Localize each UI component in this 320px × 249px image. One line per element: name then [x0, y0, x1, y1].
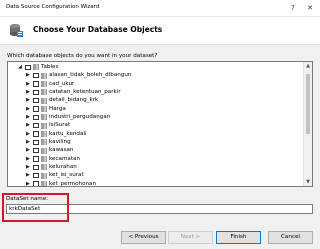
tree-node-label: ket_permohonan — [49, 180, 97, 187]
previous-button[interactable]: < Previous — [121, 231, 166, 244]
expand-arrow-icon[interactable]: ▶ — [26, 130, 30, 138]
table-icon — [41, 97, 47, 104]
tree-node-label: kawasan — [49, 147, 74, 154]
table-checkbox[interactable] — [33, 106, 39, 112]
table-icon — [41, 114, 47, 121]
title-bar: Data Source Configuration Wizard ? ✕ — [0, 0, 320, 17]
table-checkbox[interactable] — [33, 89, 39, 96]
database-objects-tree[interactable]: ◢ Tables ▶ alasan_tidak_boleh_dibangun ▶ ca… — [7, 61, 313, 187]
table-checkbox[interactable] — [33, 122, 39, 129]
expand-arrow-icon[interactable]: ▶ — [26, 155, 30, 163]
tree-node-table[interactable]: ▶ industri_pergudangan — [8, 113, 304, 121]
expand-arrow-icon[interactable]: ▶ — [26, 121, 30, 129]
tree-node-label: kaviling — [49, 139, 71, 146]
tree-node-label: ket_isi_surat — [49, 172, 84, 179]
table-checkbox[interactable] — [33, 114, 39, 121]
tree-node-table[interactable]: ▶ ket_isi_surat — [8, 171, 304, 179]
expand-arrow-icon[interactable]: ▶ — [26, 71, 30, 79]
finish-button[interactable]: Finish — [216, 231, 261, 244]
table-checkbox[interactable] — [33, 139, 39, 146]
dataset-name-input[interactable] — [6, 204, 313, 214]
table-checkbox[interactable] — [33, 172, 39, 179]
table-icon — [41, 156, 47, 163]
table-icon — [41, 72, 47, 79]
expand-arrow-icon[interactable]: ▶ — [26, 180, 30, 186]
scrollbar-thumb[interactable] — [306, 74, 310, 134]
tree-node-label: IsiSurat — [49, 122, 71, 129]
table-icon — [41, 181, 47, 186]
table-icon — [41, 122, 47, 129]
table-icon — [41, 147, 47, 154]
help-button[interactable]: ? — [285, 2, 301, 14]
table-icon — [41, 139, 47, 146]
tree-node-table[interactable]: ▶ kartu_kendali — [8, 130, 304, 138]
table-checkbox[interactable] — [33, 181, 39, 186]
tree-node-table[interactable]: ▶ catatan_ketentuan_parkir — [8, 88, 304, 96]
tree-node-tables[interactable]: ◢ Tables — [8, 63, 304, 71]
expand-arrow-icon[interactable]: ▶ — [26, 96, 30, 104]
tree-node-label: Harga — [49, 105, 66, 112]
tree-node-label: kartu_kendali — [49, 130, 87, 137]
table-icon — [41, 80, 47, 87]
tree-node-table[interactable]: ▶ IsiSurat — [8, 121, 304, 129]
table-checkbox[interactable] — [33, 147, 39, 154]
tree-node-label: catatan_ketentuan_parkir — [49, 89, 121, 96]
table-checkbox[interactable] — [33, 156, 39, 162]
table-checkbox[interactable] — [33, 72, 39, 79]
tree-node-table[interactable]: ▶ ket_permohonan — [8, 180, 304, 187]
tree-list: ◢ Tables ▶ alasan_tidak_boleh_dibangun ▶ ca… — [8, 63, 304, 187]
scroll-up-icon[interactable]: ▲ — [304, 62, 312, 70]
tree-node-label: kecamatan — [49, 155, 81, 162]
tree-node-table[interactable]: ▶ detail_bidang_krk — [8, 96, 304, 104]
tables-folder-icon — [33, 64, 39, 71]
cancel-button[interactable]: Cancel — [268, 231, 313, 244]
expand-arrow-icon[interactable]: ▶ — [26, 138, 30, 146]
tree-node-label: industri_pergudangan — [49, 114, 111, 121]
close-button[interactable]: ✕ — [302, 2, 318, 14]
tree-node-label: Tables — [41, 64, 59, 70]
tree-node-label: cad_ukur — [49, 80, 75, 87]
tree-node-table[interactable]: ▶ kelurahan — [8, 163, 304, 171]
next-button[interactable]: Next > — [168, 231, 213, 244]
database-wizard-icon — [10, 24, 23, 37]
wizard-header: Choose Your Database Objects — [0, 17, 320, 45]
expand-arrow-icon[interactable]: ▶ — [26, 88, 30, 96]
table-icon — [41, 89, 47, 96]
page-title: Choose Your Database Objects — [33, 25, 163, 34]
table-icon — [41, 131, 47, 138]
table-checkbox[interactable] — [33, 131, 39, 137]
tree-node-table[interactable]: ▶ cad_ukur — [8, 80, 304, 88]
table-icon — [41, 106, 47, 113]
table-checkbox[interactable] — [33, 164, 39, 171]
expand-arrow-icon[interactable]: ▶ — [26, 105, 30, 113]
objects-prompt: Which database objects do you want in yo… — [7, 53, 158, 59]
expand-arrow-icon[interactable]: ▶ — [26, 146, 30, 154]
dataset-name-label: DataSet name: — [6, 196, 49, 202]
expand-arrow-icon[interactable]: ▶ — [26, 80, 30, 88]
tree-node-table[interactable]: ▶ kawasan — [8, 146, 304, 154]
table-checkbox[interactable] — [33, 97, 39, 104]
collapse-arrow-icon[interactable]: ◢ — [18, 63, 22, 71]
tables-checkbox[interactable] — [25, 64, 31, 70]
tree-node-table[interactable]: ▶ alasan_tidak_boleh_dibangun — [8, 71, 304, 79]
tree-node-label: kelurahan — [49, 164, 77, 171]
table-icon — [41, 164, 47, 171]
expand-arrow-icon[interactable]: ▶ — [26, 113, 30, 121]
expand-arrow-icon[interactable]: ▶ — [26, 163, 30, 171]
expand-arrow-icon[interactable]: ▶ — [26, 171, 30, 179]
table-icon — [41, 172, 47, 179]
table-checkbox[interactable] — [33, 81, 39, 87]
tree-scrollbar[interactable]: ▲ ▼ — [303, 62, 312, 186]
window-title: Data Source Configuration Wizard — [6, 4, 100, 10]
tree-node-table[interactable]: ▶ Harga — [8, 105, 304, 113]
scroll-down-icon[interactable]: ▼ — [304, 178, 312, 186]
tree-node-label: alasan_tidak_boleh_dibangun — [49, 72, 132, 79]
tree-node-label: detail_bidang_krk — [49, 97, 99, 104]
tree-node-table[interactable]: ▶ kecamatan — [8, 155, 304, 163]
tree-node-table[interactable]: ▶ kaviling — [8, 138, 304, 146]
